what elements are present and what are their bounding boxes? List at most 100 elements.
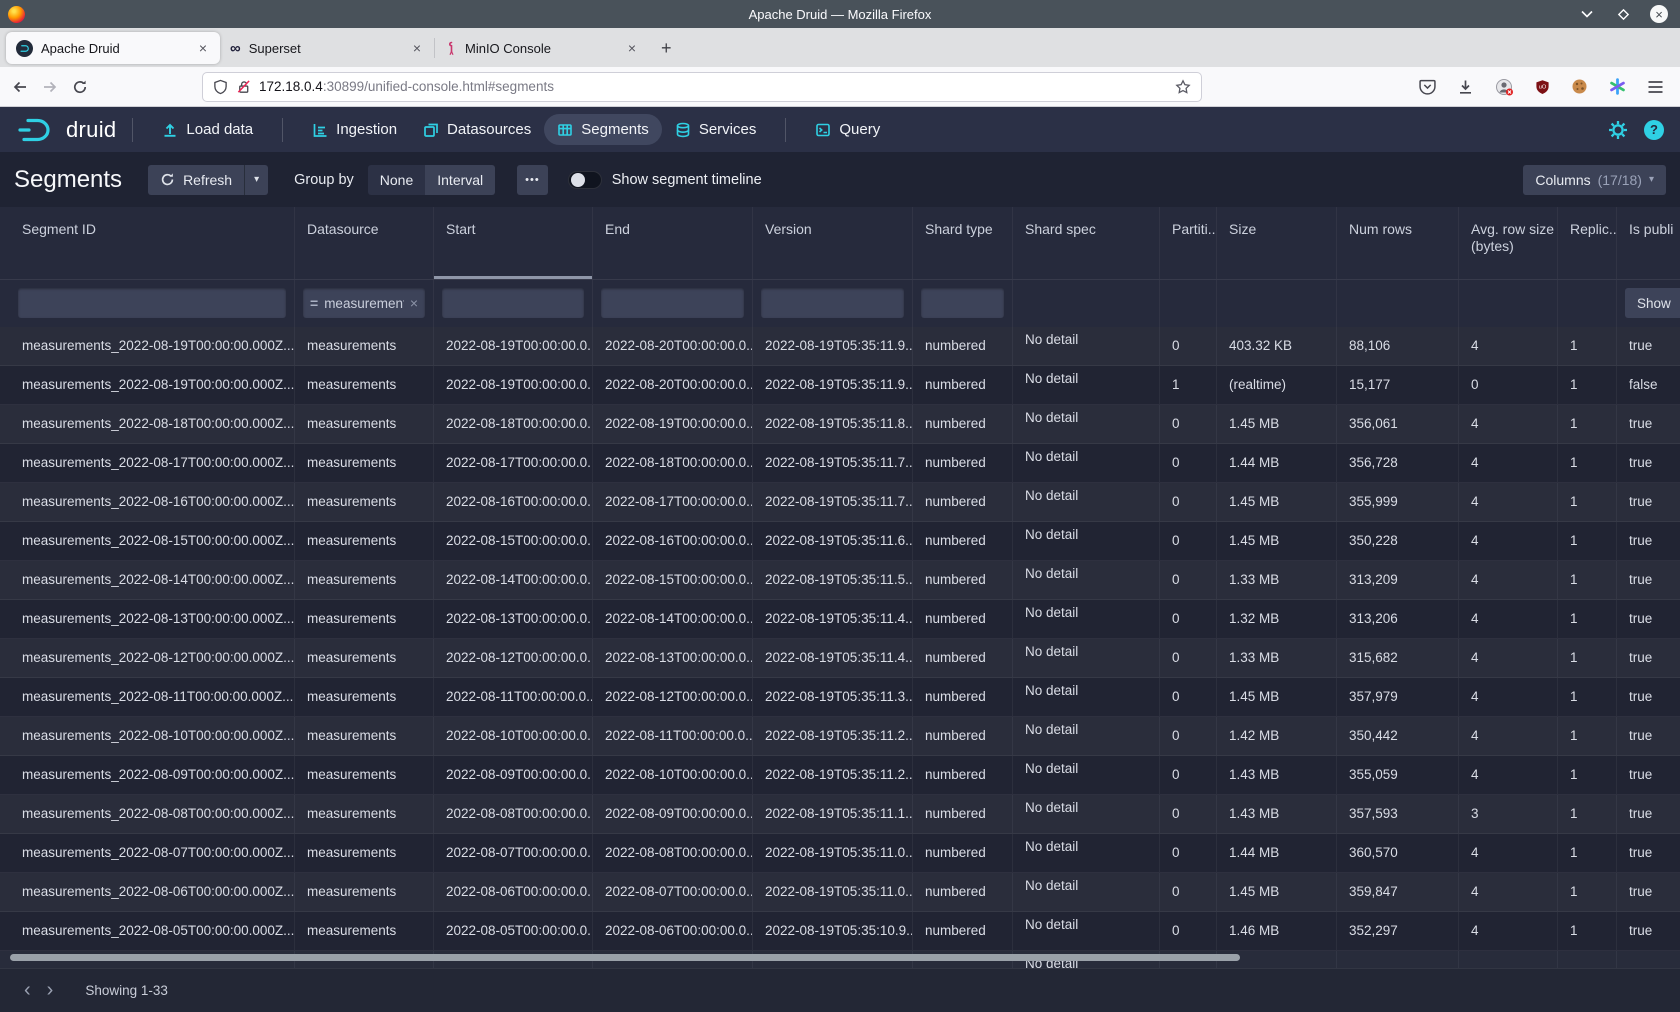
nav-load-data[interactable]: Load data — [149, 114, 266, 145]
new-tab-button[interactable]: + — [661, 38, 672, 59]
horizontal-scrollbar-track[interactable] — [0, 953, 1680, 963]
forward-icon[interactable] — [42, 79, 58, 95]
table-row[interactable]: measurements_2022-08-18T00:00:00.000Z...… — [0, 405, 1680, 444]
druid-logo[interactable] — [16, 117, 58, 143]
horizontal-scrollbar-thumb[interactable] — [10, 954, 1240, 961]
tab-close-icon[interactable]: × — [196, 40, 210, 56]
segment-id-filter-input[interactable] — [18, 288, 286, 318]
group-by-none-button[interactable]: None — [368, 165, 425, 195]
nav-ingestion[interactable]: Ingestion — [299, 114, 410, 145]
url-bar[interactable]: 172.18.0.4:30899/unified-console.html#se… — [202, 72, 1202, 102]
refresh-dropdown-caret[interactable]: ▾ — [244, 165, 268, 195]
tab-apache-druid[interactable]: Apache Druid × — [6, 32, 220, 64]
cell-size: 403.32 KB — [1217, 327, 1337, 365]
column-header-version[interactable]: Version — [753, 207, 913, 279]
maximize-icon[interactable] — [1614, 5, 1632, 23]
table-row[interactable]: measurements_2022-08-09T00:00:00.000Z...… — [0, 756, 1680, 795]
column-header-num-rows[interactable]: Num rows — [1337, 207, 1459, 279]
column-header-shard-spec[interactable]: Shard spec — [1013, 207, 1160, 279]
cell-datasource: measurements — [295, 522, 434, 560]
cell-segment-id: measurements_2022-08-15T00:00:00.000Z... — [10, 522, 295, 560]
more-actions-button[interactable]: ••• — [517, 165, 548, 195]
table-row[interactable]: measurements_2022-08-06T00:00:00.000Z...… — [0, 873, 1680, 912]
cell-num-rows: 359,847 — [1337, 873, 1459, 911]
column-header-datasource[interactable]: Datasource — [295, 207, 434, 279]
column-header-avg-row-size[interactable]: Avg. row size(bytes) — [1459, 207, 1558, 279]
column-header-start[interactable]: Start — [434, 207, 593, 279]
close-icon[interactable]: × — [1650, 5, 1668, 23]
cell-partition: 0 — [1160, 912, 1217, 950]
column-header-shard-type[interactable]: Shard type — [913, 207, 1013, 279]
table-row[interactable]: measurements_2022-08-14T00:00:00.000Z...… — [0, 561, 1680, 600]
column-header-size[interactable]: Size — [1217, 207, 1337, 279]
table-row[interactable]: measurements_2022-08-11T00:00:00.000Z...… — [0, 678, 1680, 717]
tab-strip: Apache Druid × ∞ Superset × MinIO Consol… — [0, 28, 1680, 67]
table-row[interactable]: measurements_2022-08-19T00:00:00.000Z...… — [0, 366, 1680, 405]
datasource-filter-chip[interactable]: = measurements × — [303, 288, 425, 318]
cell-is-published: true — [1617, 444, 1680, 482]
tab-close-icon[interactable]: × — [625, 40, 639, 56]
reload-icon[interactable] — [72, 79, 88, 95]
columns-picker-button[interactable]: Columns (17/18) ▾ — [1523, 165, 1666, 195]
nav-datasources[interactable]: Datasources — [410, 114, 544, 145]
ublock-icon[interactable]: uO — [1535, 79, 1550, 95]
table-row[interactable]: measurements_2022-08-19T00:00:00.000Z...… — [0, 327, 1680, 366]
download-icon[interactable] — [1457, 79, 1474, 95]
nav-services[interactable]: Services — [662, 114, 770, 145]
table-row[interactable]: measurements_2022-08-10T00:00:00.000Z...… — [0, 717, 1680, 756]
druid-brand[interactable]: druid — [66, 117, 116, 143]
cell-version: 2022-08-19T05:35:11.5... — [753, 561, 913, 599]
end-filter-input[interactable] — [601, 288, 744, 318]
shard-type-filter-input[interactable] — [921, 288, 1004, 318]
table-row[interactable]: measurements_2022-08-07T00:00:00.000Z...… — [0, 834, 1680, 873]
cell-segment-id: measurements_2022-08-14T00:00:00.000Z... — [10, 561, 295, 599]
table-row[interactable]: measurements_2022-08-15T00:00:00.000Z...… — [0, 522, 1680, 561]
filter-clear-icon[interactable]: × — [410, 295, 418, 311]
column-header-replicas[interactable]: Replic... — [1558, 207, 1617, 279]
table-row[interactable]: measurements_2022-08-13T00:00:00.000Z...… — [0, 600, 1680, 639]
table-row[interactable]: measurements_2022-08-12T00:00:00.000Z...… — [0, 639, 1680, 678]
tab-superset[interactable]: ∞ Superset × — [220, 32, 434, 64]
previous-page-button[interactable]: ‹ — [16, 979, 39, 1002]
cell-end: 2022-08-11T00:00:00.0... — [593, 717, 753, 755]
group-by-interval-button[interactable]: Interval — [425, 165, 495, 195]
insecure-lock-icon[interactable] — [236, 79, 251, 95]
toggle-knob — [571, 173, 585, 187]
extension-asterisk-icon[interactable] — [1609, 78, 1626, 95]
column-header-is-published[interactable]: Is publi — [1617, 207, 1680, 279]
version-filter-input[interactable] — [761, 288, 904, 318]
cell-num-rows: 356,061 — [1337, 405, 1459, 443]
refresh-button[interactable]: Refresh — [148, 165, 244, 195]
table-row[interactable]: measurements_2022-08-08T00:00:00.000Z...… — [0, 795, 1680, 834]
cell-version: 2022-08-19T05:35:11.0... — [753, 834, 913, 872]
table-row[interactable]: measurements_2022-08-17T00:00:00.000Z...… — [0, 444, 1680, 483]
nav-query[interactable]: Query — [802, 114, 893, 145]
next-page-button[interactable]: › — [39, 979, 62, 1002]
start-filter-input[interactable] — [442, 288, 584, 318]
cell-shard-spec: No detail — [1013, 639, 1160, 677]
help-icon[interactable]: ? — [1644, 120, 1664, 140]
settings-gear-icon[interactable] — [1608, 120, 1628, 140]
cookie-icon[interactable] — [1571, 78, 1588, 95]
pocket-icon[interactable] — [1419, 79, 1436, 95]
menu-hamburger-icon[interactable] — [1647, 80, 1664, 94]
bookmark-star-icon[interactable] — [1175, 79, 1191, 95]
table-row[interactable]: measurements_2022-08-05T00:00:00.000Z...… — [0, 912, 1680, 951]
is-published-filter-button[interactable]: Show — [1625, 288, 1680, 318]
minimize-icon[interactable] — [1578, 5, 1596, 23]
cell-replicas: 1 — [1558, 639, 1617, 677]
firefox-window: Apache Druid — Mozilla Firefox × Apache … — [0, 0, 1680, 1012]
column-header-partition[interactable]: Partiti... — [1160, 207, 1217, 279]
tab-close-icon[interactable]: × — [410, 40, 424, 56]
tracking-shield-icon[interactable] — [213, 79, 228, 95]
cell-end: 2022-08-16T00:00:00.0... — [593, 522, 753, 560]
column-header-segment-id[interactable]: Segment ID — [10, 207, 295, 279]
cell-avg-row-size: 3 — [1459, 795, 1558, 833]
column-header-end[interactable]: End — [593, 207, 753, 279]
tab-minio-console[interactable]: MinIO Console × — [435, 32, 649, 64]
table-row[interactable]: measurements_2022-08-16T00:00:00.000Z...… — [0, 483, 1680, 522]
segment-timeline-toggle[interactable] — [568, 171, 602, 189]
extension-account-icon[interactable] — [1495, 78, 1514, 96]
nav-segments[interactable]: Segments — [544, 114, 662, 145]
back-icon[interactable] — [12, 79, 28, 95]
